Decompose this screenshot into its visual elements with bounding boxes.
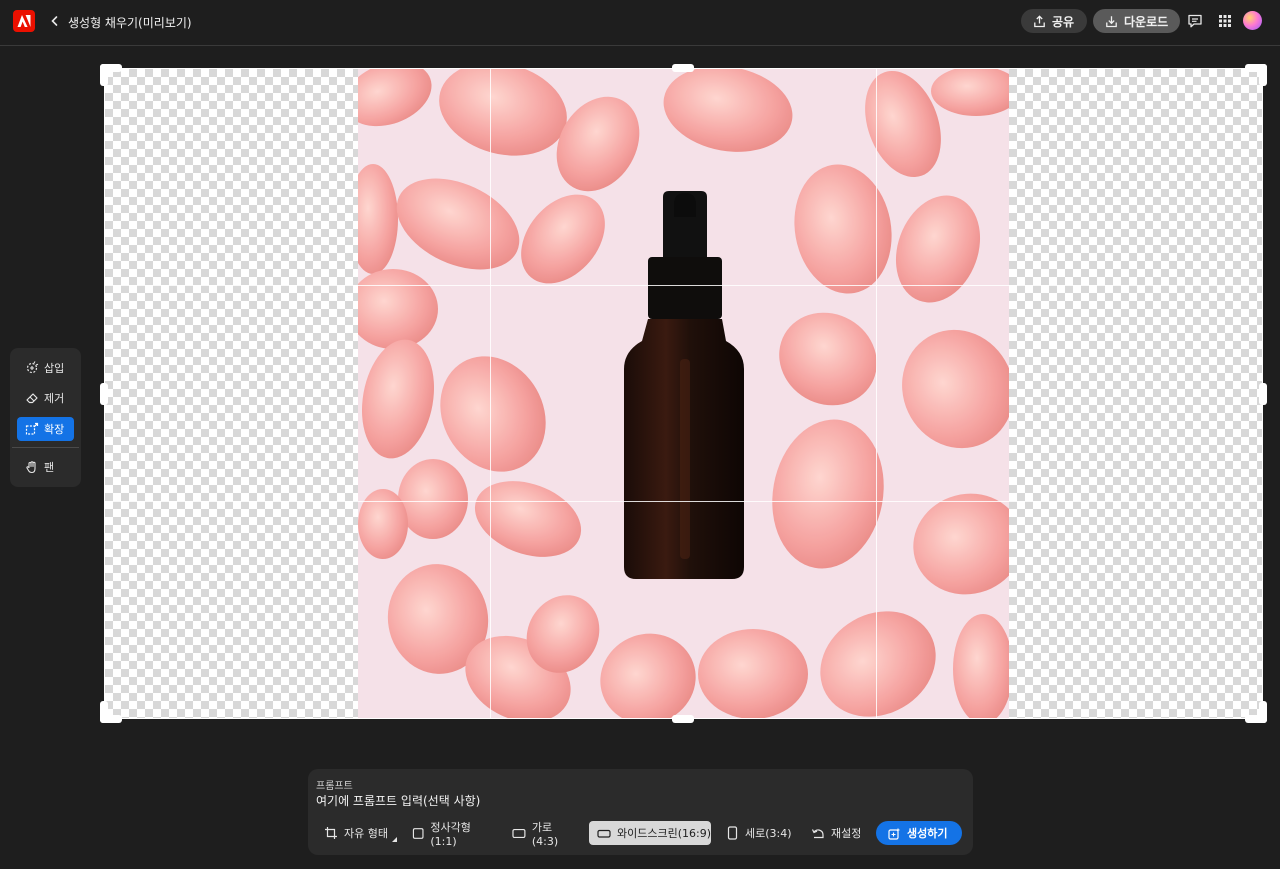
handle-top-left[interactable]: [100, 64, 108, 86]
option-widescreen[interactable]: 와이드스크린(16:9): [589, 821, 711, 845]
reset-icon: [811, 828, 824, 838]
crop-icon: [325, 827, 337, 839]
tool-pan-label: 팬: [44, 461, 55, 474]
option-landscape-label: 가로(4:3): [531, 820, 559, 848]
option-reset-label: 재설정: [831, 827, 862, 840]
tool-insert-label: 삽입: [44, 362, 65, 375]
tool-panel: 삽입 제거 확장 팬: [10, 348, 81, 487]
widescreen-icon: [597, 829, 611, 838]
option-reset[interactable]: 재설정: [803, 821, 867, 845]
tool-remove-label: 제거: [44, 392, 65, 405]
option-free-form-label: 자유 형태: [344, 827, 388, 840]
tool-expand[interactable]: 확장: [17, 417, 74, 441]
option-square-label: 정사각형(1:1): [430, 820, 471, 848]
page-title: 생성형 채우기(미리보기): [68, 16, 192, 30]
corner-triangle-icon: [391, 836, 397, 842]
handle-bottom-left[interactable]: [100, 701, 108, 723]
generate-button[interactable]: 생성하기: [876, 821, 962, 845]
handle-left-center[interactable]: [100, 383, 108, 405]
share-button[interactable]: 공유: [1021, 9, 1087, 33]
download-label: 다운로드: [1124, 14, 1169, 29]
handle-top-center[interactable]: [672, 64, 694, 72]
option-free-form[interactable]: 자유 형태: [316, 821, 402, 845]
tool-pan[interactable]: 팬: [17, 455, 74, 479]
apps-grid-icon[interactable]: [1216, 12, 1234, 30]
option-portrait-label: 세로(3:4): [745, 827, 792, 840]
square-icon: [412, 827, 424, 839]
generate-icon: [888, 827, 901, 840]
tool-expand-label: 확장: [44, 423, 65, 436]
adobe-logo-icon[interactable]: [13, 10, 35, 32]
generate-label: 생성하기: [907, 827, 948, 840]
handle-right-center[interactable]: [1259, 383, 1267, 405]
option-widescreen-label: 와이드스크린(16:9): [617, 827, 712, 840]
back-chevron-icon[interactable]: [49, 13, 61, 29]
handle-bottom-right[interactable]: [1259, 701, 1267, 723]
download-button[interactable]: 다운로드: [1093, 9, 1180, 33]
insert-icon: [26, 361, 39, 374]
prompt-input[interactable]: 여기에 프롬프트 입력(선택 사항): [316, 792, 956, 810]
expand-icon: [25, 422, 39, 435]
tool-divider: [12, 447, 79, 448]
avatar[interactable]: [1243, 11, 1262, 30]
tool-insert[interactable]: 삽입: [17, 356, 74, 380]
hand-icon: [26, 461, 36, 474]
option-portrait[interactable]: 세로(3:4): [718, 821, 792, 845]
comment-icon[interactable]: [1186, 12, 1204, 30]
tool-remove[interactable]: 제거: [17, 386, 74, 410]
share-icon: [1034, 14, 1045, 27]
handle-bottom-center[interactable]: [672, 715, 694, 723]
expand-frame[interactable]: [104, 68, 1263, 719]
option-square[interactable]: 정사각형(1:1): [404, 820, 494, 848]
portrait-icon: [727, 826, 738, 840]
eraser-icon: [26, 393, 38, 404]
download-icon: [1106, 15, 1117, 27]
share-label: 공유: [1052, 14, 1075, 29]
option-landscape[interactable]: 가로(4:3): [504, 820, 578, 848]
handle-top-right[interactable]: [1259, 64, 1267, 86]
landscape-icon: [512, 828, 526, 838]
prompt-panel: 프롬프트 여기에 프롬프트 입력(선택 사항) 자유 형태 정사각형(1:1) …: [308, 769, 973, 855]
app-header: 생성형 채우기(미리보기) 공유 다운로드: [0, 0, 1280, 46]
prompt-label: 프롬프트: [316, 781, 353, 792]
